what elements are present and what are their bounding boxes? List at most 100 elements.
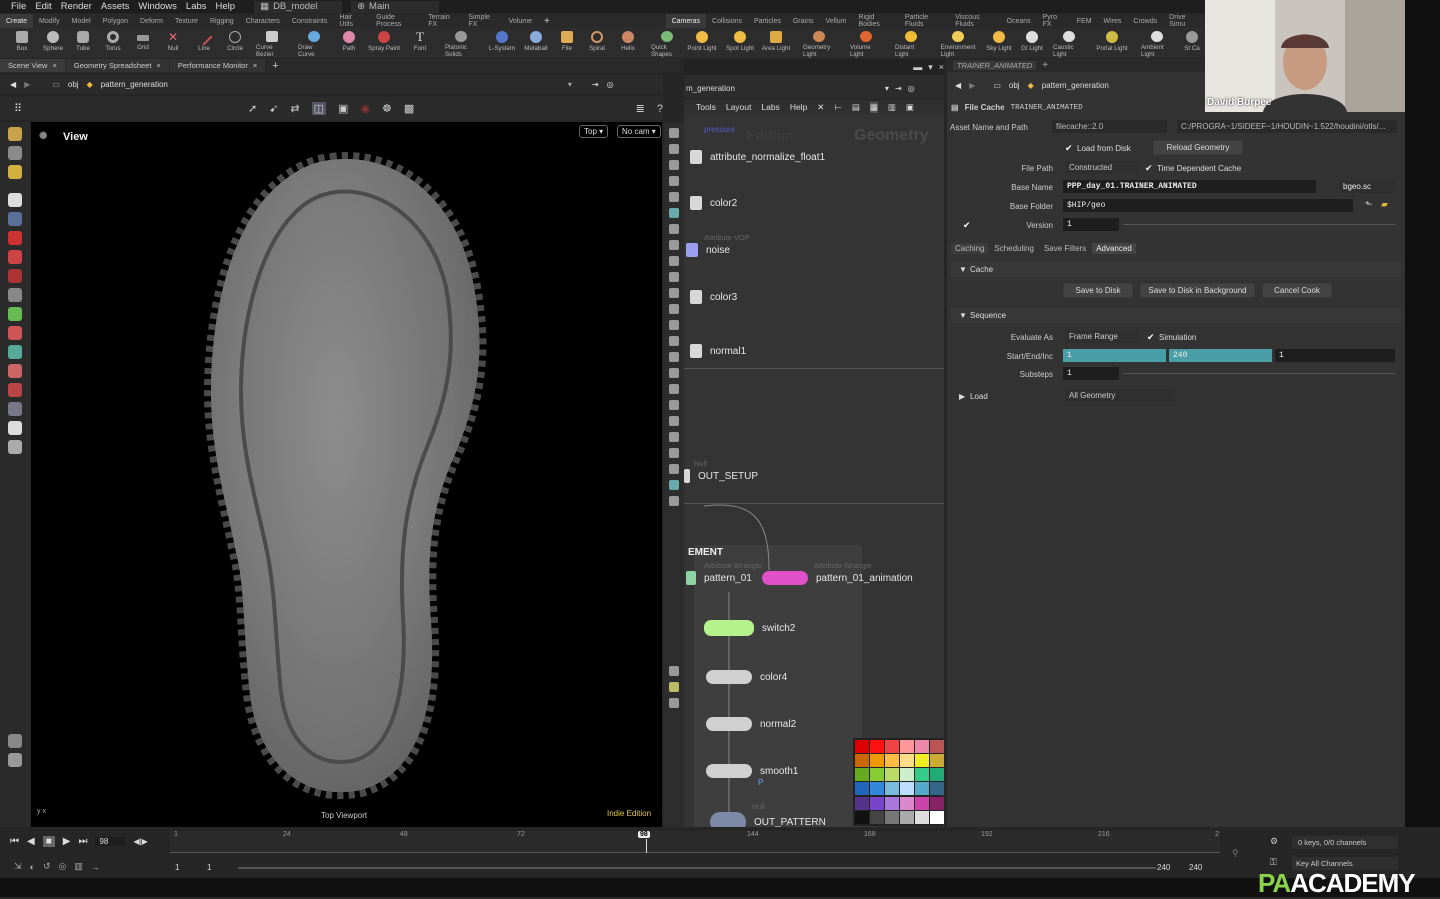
tool-icon[interactable] [669, 272, 679, 282]
tool-icon[interactable] [669, 192, 679, 202]
render-icon[interactable]: ☸ [382, 102, 392, 115]
lock-icon[interactable] [8, 212, 22, 226]
tab-advanced[interactable]: Advanced [1092, 242, 1136, 254]
tool-volume-light[interactable]: Volume Light [850, 28, 882, 58]
load-dropdown[interactable]: All Geometry [1065, 389, 1175, 402]
shelf-tab[interactable]: Texture [169, 14, 204, 28]
tool-box[interactable]: Box [6, 28, 38, 58]
step-keys-icon[interactable]: ◀|▶ [133, 837, 147, 846]
current-frame-field[interactable]: 98 [95, 837, 126, 846]
increment-field[interactable]: 1 [1275, 349, 1395, 362]
range-end-field[interactable]: 240 [1157, 863, 1170, 872]
menu-file[interactable]: File [11, 1, 26, 12]
paint-icon[interactable] [8, 402, 22, 416]
tool-icon[interactable] [669, 304, 679, 314]
tool-helix[interactable]: Helix [612, 28, 644, 58]
snap-tool-icon[interactable] [8, 307, 22, 321]
substeps-field[interactable]: 1 [1063, 367, 1119, 380]
menu-edit[interactable]: Edit [35, 1, 51, 12]
node-color4[interactable]: color4 [706, 670, 787, 684]
tool-geometry-light[interactable]: Geometry Light [803, 28, 835, 58]
start-frame-field[interactable]: 1 [1063, 349, 1166, 362]
select-icon[interactable]: ➚ [248, 102, 257, 115]
forward-arrow-icon[interactable]: ▶ [969, 81, 975, 90]
base-name-field[interactable]: PPP_day_01.TRAINER_ANIMATED [1063, 180, 1316, 193]
node-smooth1[interactable]: smooth1 P [706, 764, 798, 787]
audio-icon[interactable]: ◐ [30, 862, 35, 872]
tool-icon[interactable] [669, 448, 679, 458]
viewport[interactable]: ✺ View Top ▾ No cam ▾ y x Top Viewport I… [31, 122, 662, 827]
add-shelf-icon[interactable]: + [538, 14, 556, 28]
range-slider[interactable] [238, 867, 1156, 869]
node-out-pattern[interactable]: OUT_PATTERN Null [710, 802, 826, 827]
shelf-tab[interactable]: Polygon [97, 14, 134, 28]
tool-sky-light[interactable]: Sky Light [983, 28, 1015, 58]
shelf-tab[interactable]: Model [66, 14, 97, 28]
tool-icon[interactable] [669, 368, 679, 378]
tool-metaball[interactable]: Metaball [520, 28, 552, 58]
file-path-dropdown[interactable]: Constructed [1065, 161, 1139, 174]
jump-start-icon[interactable]: ⏮ [10, 836, 19, 847]
tab-performance-monitor[interactable]: Performance Monitor × [169, 59, 266, 72]
brush-icon[interactable] [8, 440, 22, 454]
tab-save-filters[interactable]: Save Filters [1040, 243, 1090, 254]
tool-area-light[interactable]: Area Light [760, 28, 792, 58]
add-tab-icon[interactable]: + [272, 60, 278, 72]
shelf-tab[interactable]: Deform [134, 14, 169, 28]
playhead[interactable]: 98 [638, 831, 650, 838]
tool-quick-shapes[interactable]: Quick Shapes [651, 28, 683, 58]
menu-labs[interactable]: Labs [186, 1, 207, 12]
shelf-tab[interactable]: Particles [748, 14, 787, 28]
tool-icon[interactable] [669, 224, 679, 234]
shelf-tab[interactable]: Modify [33, 14, 66, 28]
tool-point-light[interactable]: Point Light [686, 28, 718, 58]
range-start-field[interactable]: 1 [175, 863, 179, 872]
folder-icon[interactable]: ▰ [1381, 199, 1388, 210]
shelf-tab[interactable]: Volume [503, 14, 538, 28]
tool-icon[interactable] [669, 464, 679, 474]
tool-line[interactable]: Line [188, 28, 220, 58]
tool-icon[interactable] [669, 160, 679, 170]
jump-end-icon[interactable]: ⏭ [78, 836, 87, 847]
tool-icon[interactable] [669, 256, 679, 266]
node-out-setup[interactable]: OUT_SETUP Null [684, 459, 758, 483]
pose-tool-icon[interactable] [8, 165, 22, 179]
tool-icon[interactable] [669, 208, 679, 218]
tool-icon[interactable] [669, 384, 679, 394]
shelf-tab[interactable]: Rigid Bodies [852, 14, 898, 28]
path-root[interactable]: obj [68, 80, 79, 89]
shelf-tab[interactable]: Viscous Fluids [949, 14, 1000, 28]
param-tab[interactable]: TRAINER_ANIMATED [953, 61, 1037, 70]
pin-icon[interactable]: ⇥ [895, 84, 902, 93]
shelf-tab[interactable]: Wires [1098, 14, 1128, 28]
back-arrow-icon[interactable]: ◀ [10, 80, 16, 89]
link-icon[interactable]: ◎ [908, 84, 915, 93]
range-icon[interactable]: → [91, 862, 100, 872]
close-icon[interactable]: × [939, 62, 944, 72]
menu-assets[interactable]: Assets [101, 1, 130, 12]
asset-path-dropdown[interactable]: C:/PROGRA~1/SIDEEF~1/HOUDIN~1.522/houdin… [1177, 120, 1397, 133]
menu-grid-icon[interactable]: ⠿ [14, 102, 22, 115]
tool-icon[interactable] [669, 352, 679, 362]
shelf-tab[interactable]: Characters [240, 14, 286, 28]
load-section-label[interactable]: Load [970, 392, 988, 401]
key-search-icon[interactable]: ⚲ [1232, 848, 1239, 859]
reload-geometry-button[interactable]: Reload Geometry [1153, 140, 1243, 155]
sequence-section-header[interactable] [951, 308, 1401, 323]
stop-icon[interactable]: ■ [42, 836, 55, 847]
camera-icon[interactable] [8, 345, 22, 359]
tool-draw-curve[interactable]: Draw Curve [298, 28, 330, 58]
shelf-tab[interactable]: Rigging [204, 14, 240, 28]
load-from-disk-check[interactable]: ✔ [1065, 143, 1073, 154]
end-frame-field[interactable]: 240 [1169, 349, 1272, 362]
tool-spray-paint[interactable]: Spray Paint [368, 28, 400, 58]
color-palette[interactable] [853, 738, 944, 826]
close-icon[interactable]: × [156, 61, 160, 70]
move-icon[interactable] [8, 231, 22, 245]
link-icon[interactable]: ◎ [607, 80, 614, 89]
timer-icon[interactable]: ◎ [59, 861, 67, 872]
tool-spot-light[interactable]: Spot Light [724, 28, 756, 58]
tab-scene-view[interactable]: Scene View × [0, 59, 65, 72]
menu-render[interactable]: Render [61, 1, 92, 12]
node-pattern-01[interactable]: pattern_01 Attribute Wrangle [686, 561, 762, 585]
